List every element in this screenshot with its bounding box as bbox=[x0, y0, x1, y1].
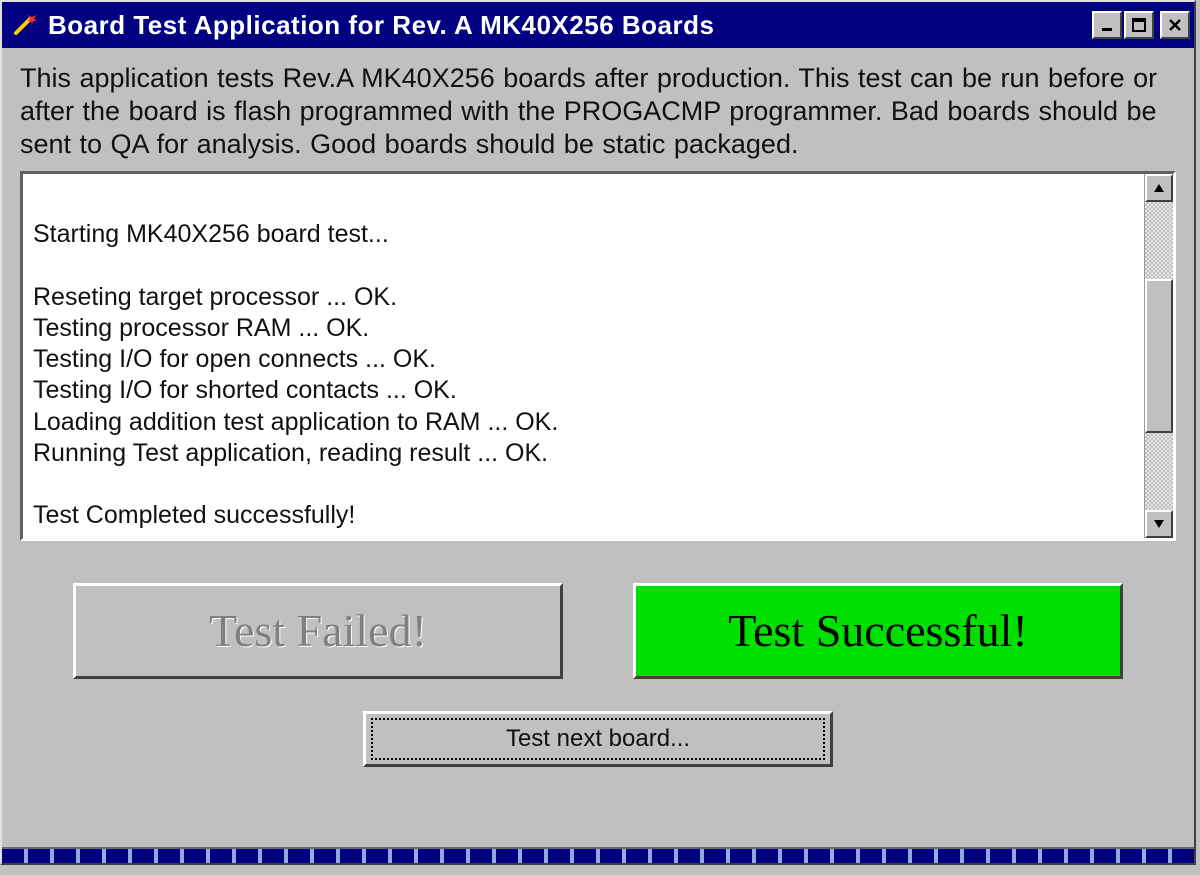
test-failed-label: Test Failed! bbox=[209, 604, 427, 657]
scroll-down-button[interactable] bbox=[1145, 510, 1173, 538]
next-row: Test next board... bbox=[20, 711, 1176, 767]
app-wand-icon bbox=[8, 9, 40, 41]
log-output: Starting MK40X256 board test... Reseting… bbox=[23, 174, 1144, 538]
log-panel: Starting MK40X256 board test... Reseting… bbox=[20, 171, 1176, 541]
close-button[interactable] bbox=[1160, 11, 1190, 39]
bottom-decoration bbox=[2, 847, 1194, 863]
test-next-board-button[interactable]: Test next board... bbox=[363, 711, 833, 767]
status-row: Test Failed! Test Successful! bbox=[20, 583, 1176, 679]
client-area: This application tests Rev.A MK40X256 bo… bbox=[2, 48, 1194, 767]
scroll-track[interactable] bbox=[1145, 202, 1173, 510]
test-successful-indicator: Test Successful! bbox=[633, 583, 1123, 679]
window-controls bbox=[1090, 11, 1190, 39]
description-text: This application tests Rev.A MK40X256 bo… bbox=[20, 62, 1176, 161]
title-bar: Board Test Application for Rev. A MK40X2… bbox=[2, 2, 1194, 48]
test-next-board-label: Test next board... bbox=[506, 725, 690, 753]
window-title: Board Test Application for Rev. A MK40X2… bbox=[48, 10, 1090, 41]
scroll-up-button[interactable] bbox=[1145, 174, 1173, 202]
scroll-thumb[interactable] bbox=[1145, 279, 1173, 433]
log-scrollbar[interactable] bbox=[1144, 174, 1173, 538]
maximize-button[interactable] bbox=[1124, 11, 1154, 39]
test-failed-indicator: Test Failed! bbox=[73, 583, 563, 679]
test-successful-label: Test Successful! bbox=[728, 604, 1028, 657]
minimize-button[interactable] bbox=[1092, 11, 1122, 39]
app-window: Board Test Application for Rev. A MK40X2… bbox=[0, 0, 1196, 865]
